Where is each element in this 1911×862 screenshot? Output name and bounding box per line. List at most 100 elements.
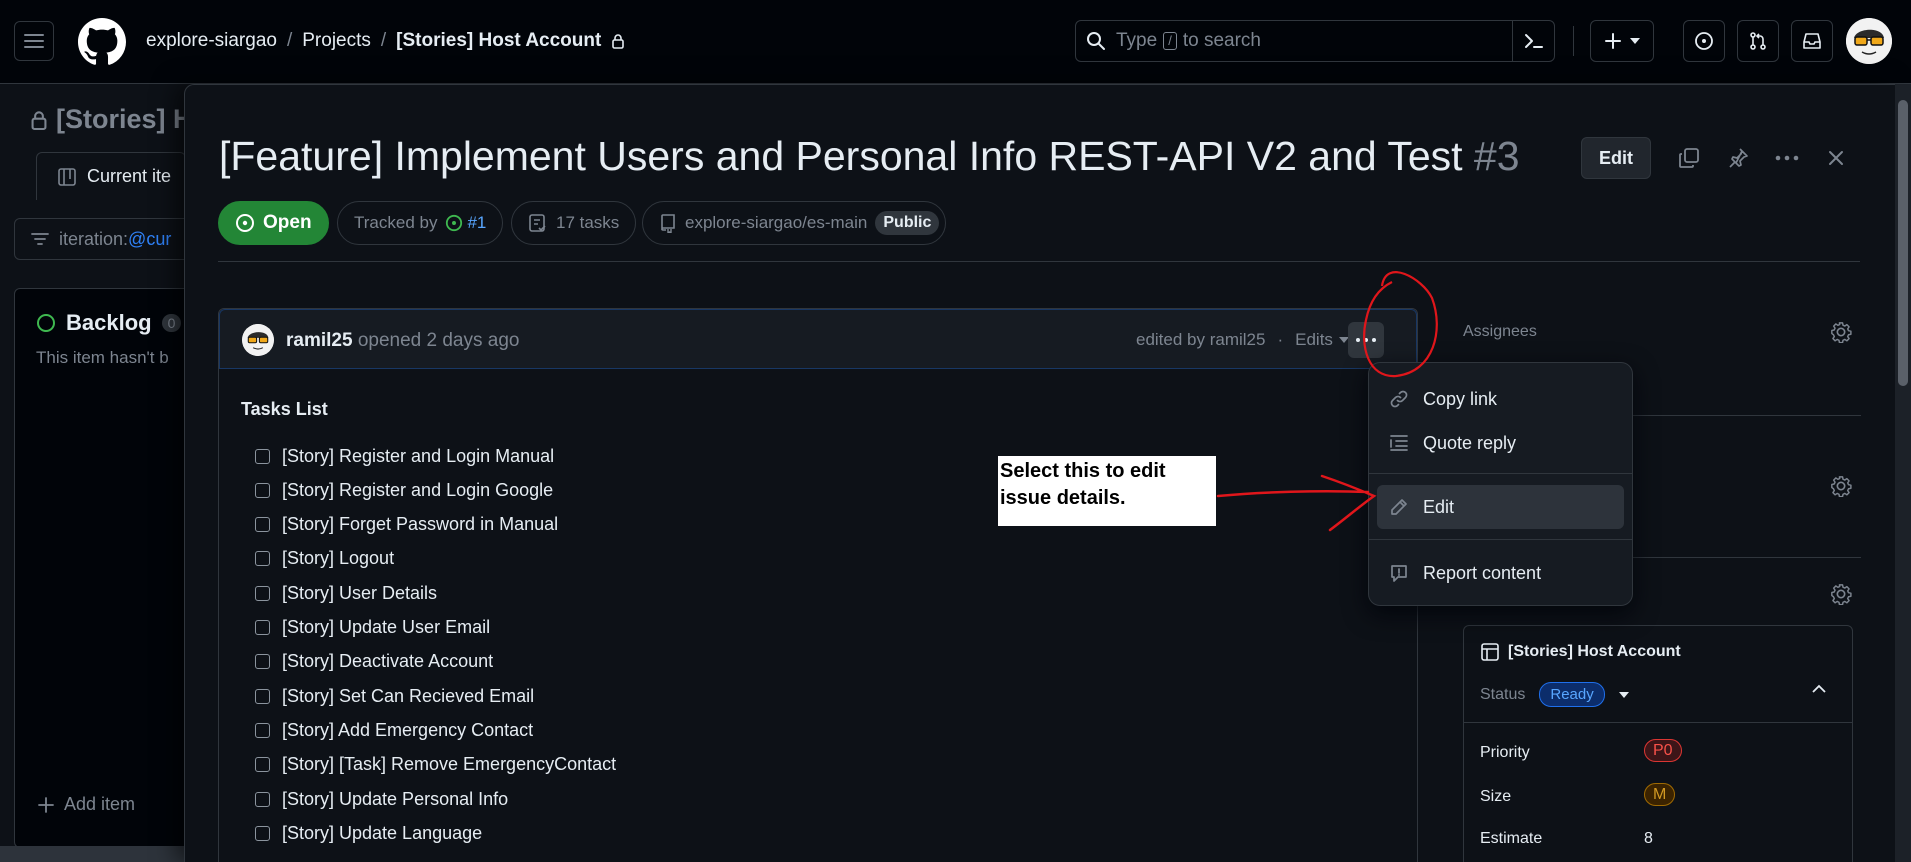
task-label[interactable]: [Story] Register and Login Google <box>282 480 553 501</box>
breadcrumb: explore-siargao / Projects / [Stories] H… <box>146 28 625 54</box>
search-placeholder-post: to search <box>1182 30 1261 51</box>
task-label[interactable]: [Story] Logout <box>282 548 394 569</box>
create-new-button[interactable] <box>1590 20 1654 62</box>
filter-input[interactable]: iteration:@cur <box>14 218 194 260</box>
comment-options-menu: Copy link Quote reply Edit Report conten… <box>1368 362 1633 606</box>
horizontal-scrollbar[interactable] <box>0 846 190 862</box>
add-item-label: Add item <box>64 794 136 814</box>
comment-options-button[interactable] <box>1348 322 1384 358</box>
task-label[interactable]: [Story] Update Personal Info <box>282 789 508 810</box>
issue-title-text: [Feature] Implement Users and Personal I… <box>219 133 1463 179</box>
task-checkbox[interactable] <box>255 620 270 635</box>
task-checkbox[interactable] <box>255 585 270 601</box>
chevron-down-icon <box>1630 38 1640 44</box>
menu-icon[interactable] <box>14 21 54 61</box>
plus-icon <box>1604 32 1622 50</box>
chevron-up-icon[interactable] <box>1812 684 1826 694</box>
task-checkbox[interactable] <box>255 688 270 704</box>
issue-opened-icon <box>235 213 255 233</box>
tracked-by-link[interactable]: #1 <box>467 213 486 233</box>
edit-title-button[interactable]: Edit <box>1581 137 1651 179</box>
breadcrumb-projects[interactable]: Projects <box>302 30 371 52</box>
gear-icon[interactable] <box>1830 583 1854 607</box>
project-card-title[interactable]: [Stories] Host Account <box>1480 642 1681 662</box>
menu-item-report-content[interactable]: Report content <box>1377 551 1624 595</box>
status-label: Status <box>1480 685 1526 703</box>
chevron-down-icon[interactable] <box>1618 691 1629 698</box>
menu-item-edit[interactable]: Edit <box>1377 485 1624 529</box>
task-checkbox[interactable] <box>255 722 270 738</box>
status-badge: Open <box>218 201 329 245</box>
link-icon <box>1389 389 1409 409</box>
status-value[interactable]: Ready <box>1539 682 1605 707</box>
task-label[interactable]: [Story] Deactivate Account <box>282 651 493 672</box>
column-header: Backlog 0 <box>36 310 182 336</box>
menu-item-copy-link[interactable]: Copy link <box>1377 377 1624 421</box>
menu-item-quote-reply[interactable]: Quote reply <box>1377 421 1624 465</box>
priority-value[interactable]: P0 <box>1644 739 1682 762</box>
task-checkbox[interactable] <box>255 448 270 464</box>
task-label[interactable]: [Story] Update User Email <box>282 617 490 638</box>
gear-icon[interactable] <box>1830 321 1854 345</box>
task-list-item: [Story] Update Language <box>255 820 482 846</box>
edits-dropdown[interactable]: Edits <box>1295 330 1349 350</box>
task-list-item: [Story] User Details <box>255 580 437 606</box>
scrollbar-thumb[interactable] <box>1898 100 1908 386</box>
estimate-label: Estimate <box>1480 830 1543 847</box>
task-checkbox[interactable] <box>255 551 270 567</box>
project-card-name: [Stories] Host Account <box>1508 643 1681 660</box>
tab-current-iteration[interactable]: Current ite <box>36 152 186 200</box>
tracked-by-pill[interactable]: Tracked by #1 <box>337 201 504 245</box>
edited-by[interactable]: edited by ramil25 <box>1136 330 1265 350</box>
inbox-button[interactable] <box>1791 20 1833 62</box>
repo-icon <box>659 213 677 233</box>
pin-icon[interactable] <box>1723 143 1753 173</box>
issue-number: #3 <box>1473 133 1520 179</box>
gear-icon[interactable] <box>1830 475 1854 499</box>
search-input[interactable]: Type / to search <box>1075 20 1555 62</box>
breadcrumb-org[interactable]: explore-siargao <box>146 30 277 52</box>
search-icon <box>1086 31 1106 51</box>
edits-label: Edits <box>1295 330 1333 349</box>
github-logo-icon[interactable] <box>78 18 126 66</box>
menu-divider <box>1369 539 1632 540</box>
task-label[interactable]: [Story] Set Can Recieved Email <box>282 686 534 707</box>
avatar[interactable] <box>242 324 274 356</box>
user-avatar[interactable] <box>1846 18 1892 64</box>
comment-author[interactable]: ramil25 <box>286 330 353 351</box>
task-checkbox[interactable] <box>255 482 270 498</box>
issues-button[interactable] <box>1683 20 1725 62</box>
task-checkbox[interactable] <box>255 757 270 773</box>
estimate-value[interactable]: 8 <box>1644 830 1653 848</box>
kebab-horizontal-icon[interactable] <box>1772 143 1802 173</box>
assignees-label: Assignees <box>1463 323 1537 340</box>
size-value[interactable]: M <box>1644 783 1676 806</box>
task-label[interactable]: [Story] Update Language <box>282 823 482 844</box>
filter-key: iteration: <box>59 228 129 249</box>
task-label[interactable]: [Story] Forget Password in Manual <box>282 514 558 535</box>
task-label[interactable]: [Story] [Task] Remove EmergencyContact <box>282 754 616 775</box>
project-title-text: [Stories] H <box>56 104 193 134</box>
repository-pill[interactable]: explore-siargao/es-main Public <box>642 201 947 245</box>
task-label[interactable]: [Story] Register and Login Manual <box>282 446 554 467</box>
task-checkbox[interactable] <box>255 654 270 670</box>
command-palette-icon[interactable] <box>1512 21 1554 61</box>
close-icon[interactable] <box>1821 143 1851 173</box>
table-icon <box>57 167 77 187</box>
column-empty-text: This item hasn't b <box>36 348 169 367</box>
task-list-item: [Story] Set Can Recieved Email <box>255 683 534 709</box>
task-checkbox[interactable] <box>255 517 270 533</box>
tracked-by-label: Tracked by <box>354 213 438 232</box>
task-checkbox[interactable] <box>255 791 270 807</box>
task-label[interactable]: [Story] Add Emergency Contact <box>282 720 533 741</box>
tasks-pill[interactable]: 17 tasks <box>511 201 637 245</box>
copy-icon[interactable] <box>1674 143 1704 173</box>
annotation-line: Select this to edit <box>1000 460 1166 482</box>
add-item-button[interactable]: Add item <box>38 794 135 815</box>
breadcrumb-project[interactable]: [Stories] Host Account <box>396 30 601 52</box>
task-checkbox[interactable] <box>255 825 270 841</box>
task-label[interactable]: [Story] User Details <box>282 583 437 604</box>
task-list-item: [Story] Register and Login Manual <box>255 443 554 469</box>
tab-label: Current ite <box>87 166 172 186</box>
pull-requests-button[interactable] <box>1737 20 1779 62</box>
